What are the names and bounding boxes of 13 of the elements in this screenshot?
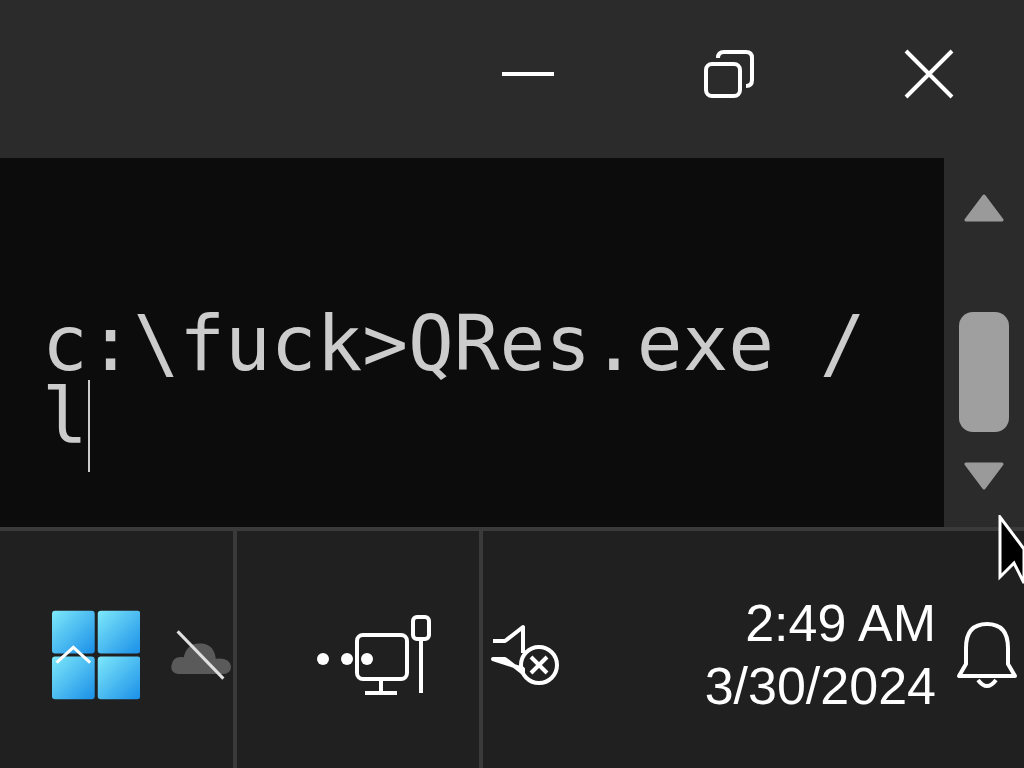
close-icon[interactable]: [904, 49, 954, 99]
command-line: l: [42, 380, 88, 452]
speaker-muted-icon[interactable]: [489, 622, 561, 687]
scroll-thumb[interactable]: [959, 312, 1009, 432]
scrollbar[interactable]: [944, 158, 1024, 527]
restore-icon[interactable]: [704, 50, 754, 98]
command-line: c:\fuck>QRes.exe /: [42, 308, 866, 380]
scroll-down-icon[interactable]: [964, 462, 1004, 490]
scroll-up-icon[interactable]: [964, 194, 1004, 222]
notification-bell-icon[interactable]: [956, 619, 1018, 690]
clock-date[interactable]: 3/30/2024: [704, 654, 936, 717]
clock-time[interactable]: 2:49 AM: [745, 592, 936, 655]
mouse-pointer-icon: [998, 515, 1024, 585]
